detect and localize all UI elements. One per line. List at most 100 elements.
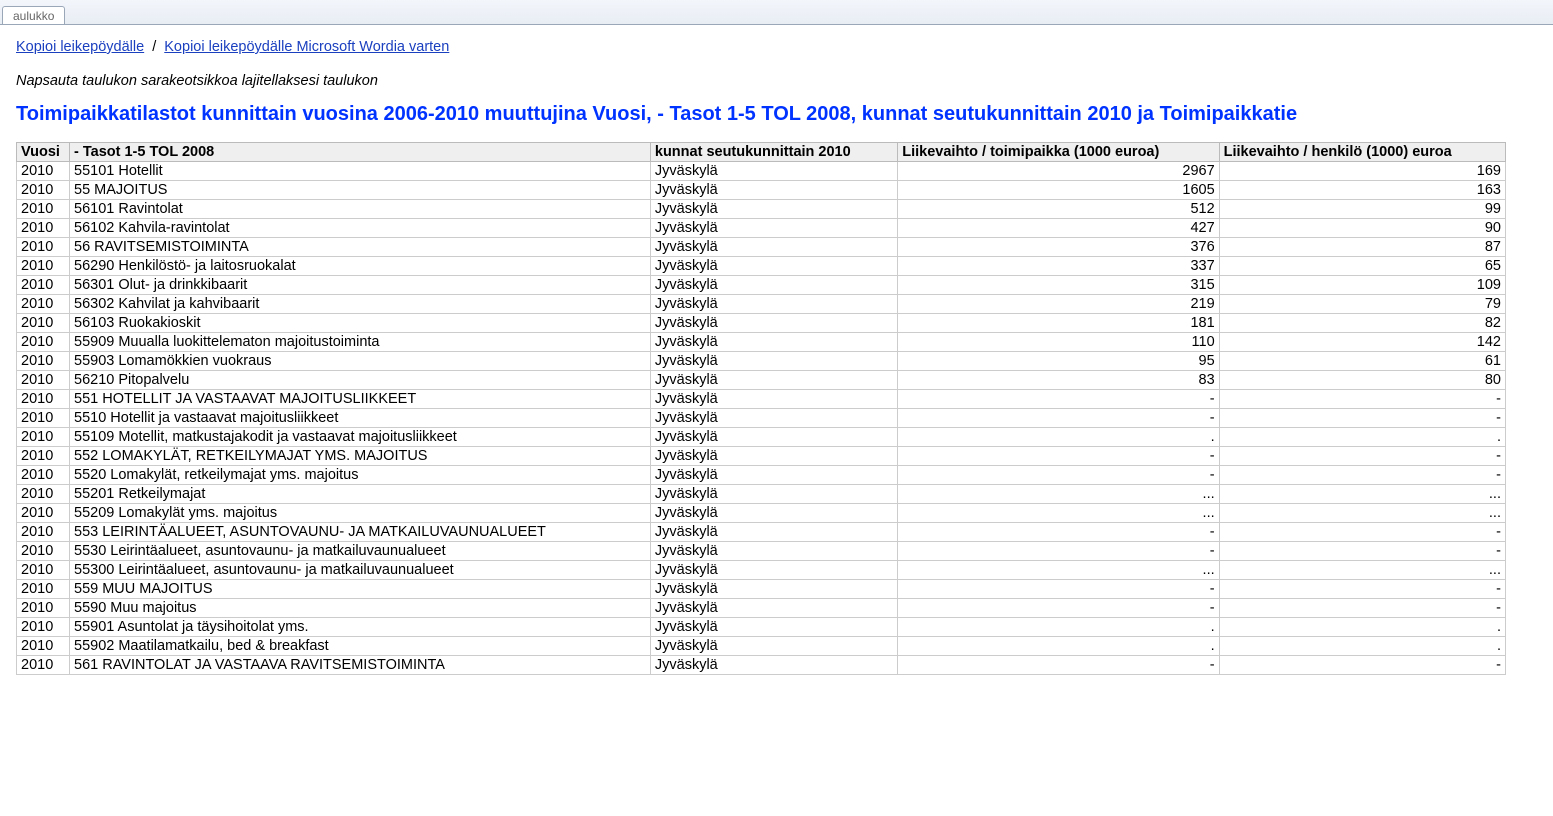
cell-liikevaihto-toimipaikka: 110 [898, 333, 1219, 352]
cell-kunnat: Jyväskylä [650, 561, 897, 580]
cell-vuosi: 2010 [17, 333, 70, 352]
cell-tasot: 5590 Muu majoitus [70, 599, 651, 618]
cell-kunnat: Jyväskylä [650, 314, 897, 333]
cell-tasot: 56290 Henkilöstö- ja laitosruokalat [70, 257, 651, 276]
cell-liikevaihto-toimipaikka: - [898, 523, 1219, 542]
cell-tasot: 561 RAVINTOLAT JA VASTAAVA RAVITSEMISTOI… [70, 656, 651, 675]
cell-kunnat: Jyväskylä [650, 257, 897, 276]
table-row: 201056101 RavintolatJyväskylä51299 [17, 200, 1506, 219]
cell-vuosi: 2010 [17, 542, 70, 561]
table-header-row: Vuosi - Tasot 1-5 TOL 2008 kunnat seutuk… [17, 143, 1506, 162]
cell-liikevaihto-henkilo: 109 [1219, 276, 1505, 295]
cell-liikevaihto-toimipaikka: - [898, 390, 1219, 409]
copy-word-link[interactable]: Kopioi leikepöydälle Microsoft Wordia va… [164, 39, 449, 55]
cell-tasot: 55909 Muualla luokittelematon majoitusto… [70, 333, 651, 352]
cell-liikevaihto-henkilo: ... [1219, 485, 1505, 504]
cell-liikevaihto-henkilo: - [1219, 447, 1505, 466]
cell-kunnat: Jyväskylä [650, 219, 897, 238]
col-header-liikevaihto-toimipaikka[interactable]: Liikevaihto / toimipaikka (1000 euroa) [898, 143, 1219, 162]
cell-liikevaihto-henkilo: 169 [1219, 162, 1505, 181]
cell-liikevaihto-toimipaikka: 315 [898, 276, 1219, 295]
cell-vuosi: 2010 [17, 428, 70, 447]
cell-kunnat: Jyväskylä [650, 238, 897, 257]
cell-vuosi: 2010 [17, 200, 70, 219]
table-row: 201055 MAJOITUSJyväskylä1605163 [17, 181, 1506, 200]
cell-liikevaihto-toimipaikka: - [898, 542, 1219, 561]
cell-liikevaihto-henkilo: 142 [1219, 333, 1505, 352]
cell-liikevaihto-toimipaikka: . [898, 618, 1219, 637]
table-row: 20105510 Hotellit ja vastaavat majoitusl… [17, 409, 1506, 428]
data-table: Vuosi - Tasot 1-5 TOL 2008 kunnat seutuk… [16, 142, 1506, 675]
cell-liikevaihto-henkilo: - [1219, 523, 1505, 542]
cell-liikevaihto-toimipaikka: - [898, 599, 1219, 618]
cell-liikevaihto-toimipaikka: 219 [898, 295, 1219, 314]
table-body: 201055101 HotellitJyväskylä2967169201055… [17, 162, 1506, 675]
cell-liikevaihto-henkilo: - [1219, 580, 1505, 599]
cell-liikevaihto-henkilo: 82 [1219, 314, 1505, 333]
cell-kunnat: Jyväskylä [650, 428, 897, 447]
cell-kunnat: Jyväskylä [650, 637, 897, 656]
table-row: 201056301 Olut- ja drinkkibaaritJyväskyl… [17, 276, 1506, 295]
cell-kunnat: Jyväskylä [650, 523, 897, 542]
cell-kunnat: Jyväskylä [650, 181, 897, 200]
cell-tasot: 56 RAVITSEMISTOIMINTA [70, 238, 651, 257]
cell-vuosi: 2010 [17, 238, 70, 257]
cell-tasot: 55101 Hotellit [70, 162, 651, 181]
cell-kunnat: Jyväskylä [650, 485, 897, 504]
cell-liikevaihto-toimipaikka: 181 [898, 314, 1219, 333]
cell-tasot: 5520 Lomakylät, retkeilymajat yms. majoi… [70, 466, 651, 485]
cell-liikevaihto-henkilo: 61 [1219, 352, 1505, 371]
cell-kunnat: Jyväskylä [650, 295, 897, 314]
cell-liikevaihto-henkilo: ... [1219, 561, 1505, 580]
cell-tasot: 553 LEIRINTÄALUEET, ASUNTOVAUNU- JA MATK… [70, 523, 651, 542]
cell-tasot: 55201 Retkeilymajat [70, 485, 651, 504]
cell-kunnat: Jyväskylä [650, 409, 897, 428]
cell-liikevaihto-henkilo: - [1219, 656, 1505, 675]
cell-tasot: 56102 Kahvila-ravintolat [70, 219, 651, 238]
table-row: 201055902 Maatilamatkailu, bed & breakfa… [17, 637, 1506, 656]
cell-liikevaihto-toimipaikka: ... [898, 504, 1219, 523]
tab-current[interactable]: aulukko [2, 6, 65, 25]
cell-kunnat: Jyväskylä [650, 447, 897, 466]
cell-liikevaihto-toimipaikka: 95 [898, 352, 1219, 371]
table-row: 201055201 RetkeilymajatJyväskylä...... [17, 485, 1506, 504]
cell-vuosi: 2010 [17, 295, 70, 314]
cell-vuosi: 2010 [17, 466, 70, 485]
cell-liikevaihto-toimipaikka: ... [898, 561, 1219, 580]
cell-vuosi: 2010 [17, 599, 70, 618]
col-header-vuosi[interactable]: Vuosi [17, 143, 70, 162]
cell-tasot: 5510 Hotellit ja vastaavat majoitusliikk… [70, 409, 651, 428]
table-row: 2010552 LOMAKYLÄT, RETKEILYMAJAT YMS. MA… [17, 447, 1506, 466]
cell-liikevaihto-henkilo: 80 [1219, 371, 1505, 390]
cell-tasot: 56210 Pitopalvelu [70, 371, 651, 390]
cell-tasot: 55300 Leirintäalueet, asuntovaunu- ja ma… [70, 561, 651, 580]
cell-vuosi: 2010 [17, 390, 70, 409]
col-header-tasot[interactable]: - Tasot 1-5 TOL 2008 [70, 143, 651, 162]
cell-kunnat: Jyväskylä [650, 656, 897, 675]
cell-tasot: 559 MUU MAJOITUS [70, 580, 651, 599]
cell-vuosi: 2010 [17, 656, 70, 675]
table-row: 201055901 Asuntolat ja täysihoitolat yms… [17, 618, 1506, 637]
cell-liikevaihto-toimipaikka: . [898, 637, 1219, 656]
col-header-liikevaihto-henkilo[interactable]: Liikevaihto / henkilö (1000) euroa [1219, 143, 1505, 162]
cell-kunnat: Jyväskylä [650, 390, 897, 409]
cell-vuosi: 2010 [17, 314, 70, 333]
cell-liikevaihto-henkilo: . [1219, 428, 1505, 447]
table-title: Toimipaikkatilastot kunnittain vuosina 2… [16, 103, 1537, 126]
page-content: Kopioi leikepöydälle / Kopioi leikepöydä… [0, 25, 1553, 715]
cell-tasot: 55109 Motellit, matkustajakodit ja vasta… [70, 428, 651, 447]
cell-tasot: 552 LOMAKYLÄT, RETKEILYMAJAT YMS. MAJOIT… [70, 447, 651, 466]
col-header-kunnat[interactable]: kunnat seutukunnittain 2010 [650, 143, 897, 162]
cell-kunnat: Jyväskylä [650, 542, 897, 561]
table-row: 201055209 Lomakylät yms. majoitusJyväsky… [17, 504, 1506, 523]
cell-liikevaihto-henkilo: 79 [1219, 295, 1505, 314]
copy-clipboard-link[interactable]: Kopioi leikepöydälle [16, 39, 144, 55]
copy-links-row: Kopioi leikepöydälle / Kopioi leikepöydä… [16, 39, 1537, 55]
cell-tasot: 55902 Maatilamatkailu, bed & breakfast [70, 637, 651, 656]
cell-kunnat: Jyväskylä [650, 618, 897, 637]
cell-kunnat: Jyväskylä [650, 504, 897, 523]
cell-vuosi: 2010 [17, 181, 70, 200]
cell-kunnat: Jyväskylä [650, 599, 897, 618]
cell-tasot: 551 HOTELLIT JA VASTAAVAT MAJOITUSLIIKKE… [70, 390, 651, 409]
cell-liikevaihto-toimipaikka: 376 [898, 238, 1219, 257]
